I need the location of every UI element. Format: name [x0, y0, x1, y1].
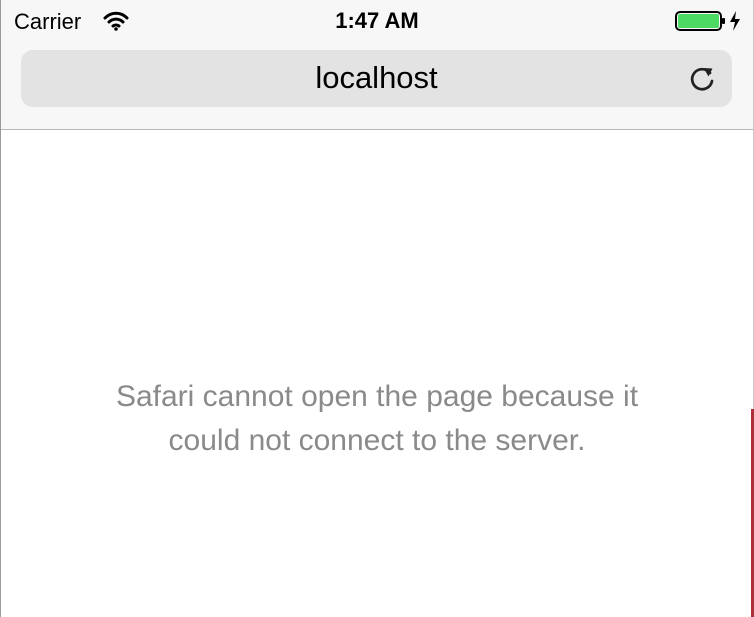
connection-error-message: Safari cannot open the page because it c… [115, 380, 639, 457]
charging-bolt-icon [730, 11, 740, 31]
address-host[interactable]: localhost [21, 60, 732, 96]
browser-frame: Carrier 1:47 AM localhost Safari cannot … [0, 0, 754, 617]
page-content: Safari cannot open the page because it c… [1, 130, 753, 617]
status-time: 1:47 AM [335, 8, 419, 33]
reload-icon[interactable] [686, 63, 718, 95]
status-bar: Carrier 1:47 AM [1, 0, 753, 42]
battery-icon [675, 11, 725, 31]
browser-top-chrome: Carrier 1:47 AM localhost [1, 0, 753, 130]
address-bar[interactable]: localhost [21, 50, 732, 107]
